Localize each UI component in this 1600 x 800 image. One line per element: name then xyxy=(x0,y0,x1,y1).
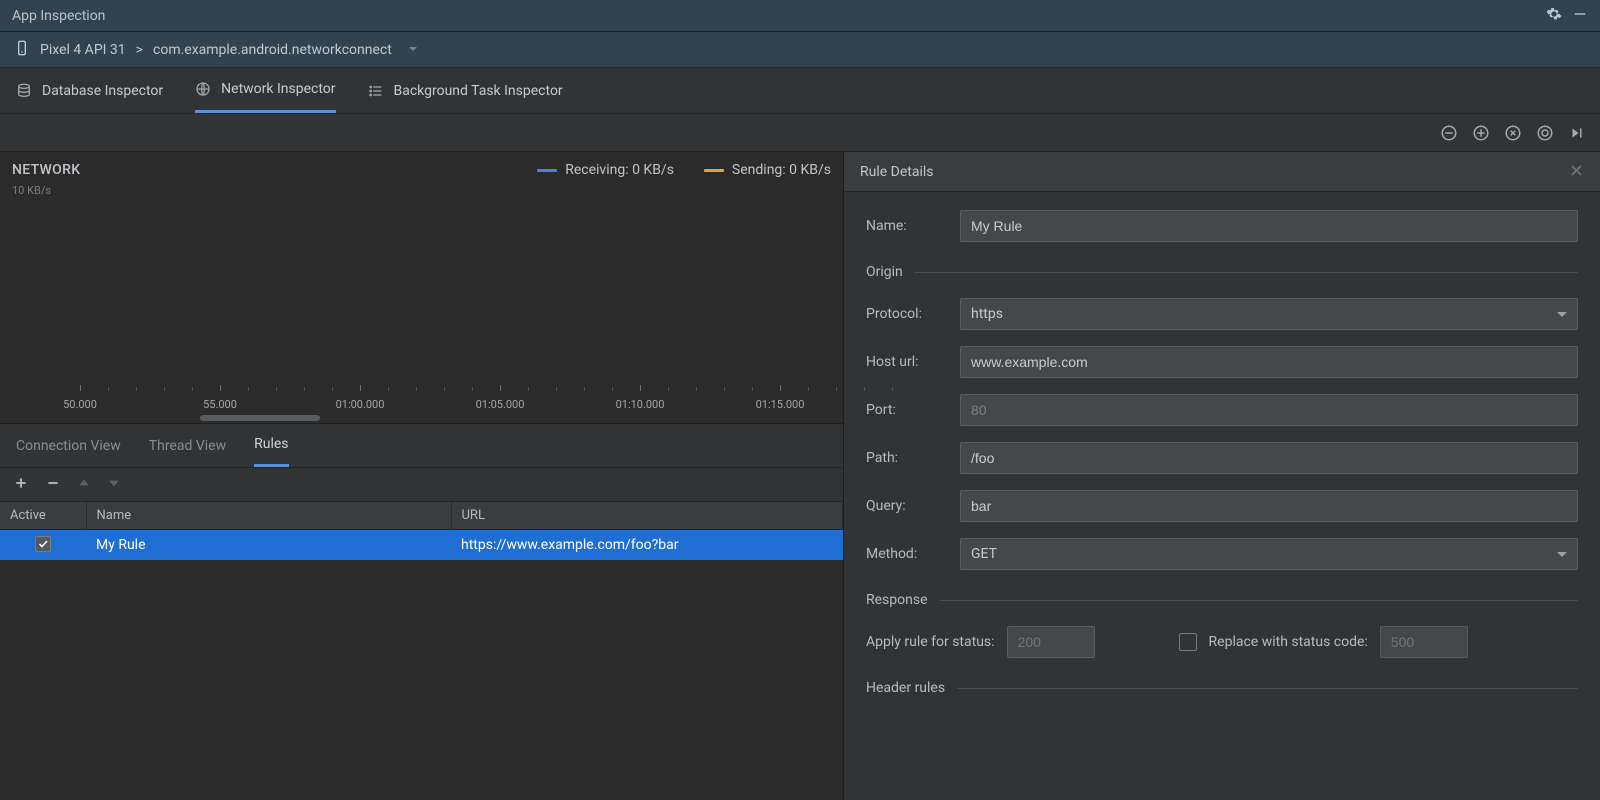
tab-label: Background Task Inspector xyxy=(394,83,563,99)
rule-details-panel: Rule Details ✕ Name: Origin Protocol: ht… xyxy=(844,152,1600,800)
remove-rule-button[interactable] xyxy=(46,476,60,494)
replace-status-input[interactable] xyxy=(1380,626,1468,658)
tab-thread-view[interactable]: Thread View xyxy=(149,424,226,467)
panel-title: App Inspection xyxy=(12,8,1546,24)
name-label: Name: xyxy=(866,218,946,234)
host-label: Host url: xyxy=(866,354,946,370)
breadcrumb-dropdown-icon[interactable] xyxy=(408,42,418,58)
replace-status-label: Replace with status code: xyxy=(1209,634,1368,650)
rules-toolbar xyxy=(0,468,843,502)
query-input[interactable] xyxy=(960,490,1578,522)
network-chart: NETWORK Receiving: 0 KB/s Sending: 0 KB/… xyxy=(0,152,843,424)
minimize-icon[interactable] xyxy=(1572,6,1588,26)
go-to-end-icon[interactable] xyxy=(1568,124,1586,142)
timeline-scrollbar[interactable] xyxy=(200,415,320,421)
chart-y-label: 10 KB/s xyxy=(0,184,843,197)
tab-database-inspector[interactable]: Database Inspector xyxy=(16,68,163,113)
tick-label: 01:10.000 xyxy=(616,398,665,411)
reset-zoom-icon[interactable] xyxy=(1504,124,1522,142)
replace-status-checkbox[interactable] xyxy=(1179,633,1197,651)
left-pane: NETWORK Receiving: 0 KB/s Sending: 0 KB/… xyxy=(0,152,844,800)
tick-label: 01:00.000 xyxy=(336,398,385,411)
active-checkbox[interactable] xyxy=(35,536,51,552)
row-name: My Rule xyxy=(86,530,451,561)
chevron-down-icon xyxy=(1557,312,1567,317)
apply-status-label: Apply rule for status: xyxy=(866,634,995,650)
gear-icon[interactable] xyxy=(1546,6,1562,26)
header-rules-section-label: Header rules xyxy=(866,680,945,696)
zoom-in-icon[interactable] xyxy=(1472,124,1490,142)
chart-legend: Receiving: 0 KB/s Sending: 0 KB/s xyxy=(537,162,831,178)
breadcrumb[interactable]: Pixel 4 API 31 > com.example.android.net… xyxy=(0,32,1600,68)
list-icon xyxy=(368,83,384,99)
zoom-out-icon[interactable] xyxy=(1440,124,1458,142)
port-input[interactable] xyxy=(960,394,1578,426)
method-select[interactable]: GET xyxy=(960,538,1578,570)
protocol-select[interactable]: https xyxy=(960,298,1578,330)
chevron-down-icon xyxy=(1557,552,1567,557)
origin-section-label: Origin xyxy=(866,264,903,280)
tab-connection-view[interactable]: Connection View xyxy=(16,424,121,467)
name-input[interactable] xyxy=(960,210,1578,242)
response-section-label: Response xyxy=(866,592,928,608)
tick-label: 55.000 xyxy=(203,398,237,411)
host-input[interactable] xyxy=(960,346,1578,378)
inspector-tabs: Database Inspector Network Inspector Bac… xyxy=(0,68,1600,114)
chart-timeline[interactable]: 50.000 55.000 01:00.000 01:05.000 01:10.000 0… xyxy=(0,371,843,423)
database-icon xyxy=(16,83,32,99)
rules-table: Active Name URL My Rule https://www.exa xyxy=(0,502,843,800)
legend-receiving: Receiving: 0 KB/s xyxy=(537,162,674,178)
rule-details-title: Rule Details xyxy=(860,164,934,180)
fit-zoom-icon[interactable] xyxy=(1536,124,1554,142)
path-label: Path: xyxy=(866,450,946,466)
col-url[interactable]: URL xyxy=(451,502,843,530)
apply-status-input[interactable] xyxy=(1007,626,1095,658)
port-label: Port: xyxy=(866,402,946,418)
bottom-tabs: Connection View Thread View Rules xyxy=(0,424,843,468)
add-rule-button[interactable] xyxy=(14,476,28,494)
row-url: https://www.example.com/foo?bar xyxy=(451,530,843,561)
tab-rules[interactable]: Rules xyxy=(254,424,288,467)
path-input[interactable] xyxy=(960,442,1578,474)
toolbar xyxy=(0,114,1600,152)
breadcrumb-app: com.example.android.networkconnect xyxy=(153,42,392,58)
query-label: Query: xyxy=(866,498,946,514)
legend-sending: Sending: 0 KB/s xyxy=(704,162,831,178)
chart-title: NETWORK xyxy=(12,162,80,178)
device-icon xyxy=(14,40,30,60)
table-row[interactable]: My Rule https://www.example.com/foo?bar xyxy=(0,530,843,561)
titlebar: App Inspection xyxy=(0,0,1600,32)
move-up-button xyxy=(78,477,90,493)
tab-network-inspector[interactable]: Network Inspector xyxy=(195,68,335,113)
globe-icon xyxy=(195,81,211,97)
tick-label: 01:05.000 xyxy=(476,398,525,411)
protocol-label: Protocol: xyxy=(866,306,946,322)
col-name[interactable]: Name xyxy=(86,502,451,530)
method-label: Method: xyxy=(866,546,946,562)
col-active[interactable]: Active xyxy=(0,502,86,530)
breadcrumb-device: Pixel 4 API 31 xyxy=(40,42,126,58)
tick-label: 01:15.000 xyxy=(756,398,805,411)
close-icon[interactable]: ✕ xyxy=(1569,161,1584,182)
tick-label: 50.000 xyxy=(63,398,97,411)
breadcrumb-sep: > xyxy=(136,42,143,58)
tab-label: Network Inspector xyxy=(221,81,335,97)
tab-background-task-inspector[interactable]: Background Task Inspector xyxy=(368,68,563,113)
move-down-button xyxy=(108,477,120,493)
tab-label: Database Inspector xyxy=(42,83,163,99)
